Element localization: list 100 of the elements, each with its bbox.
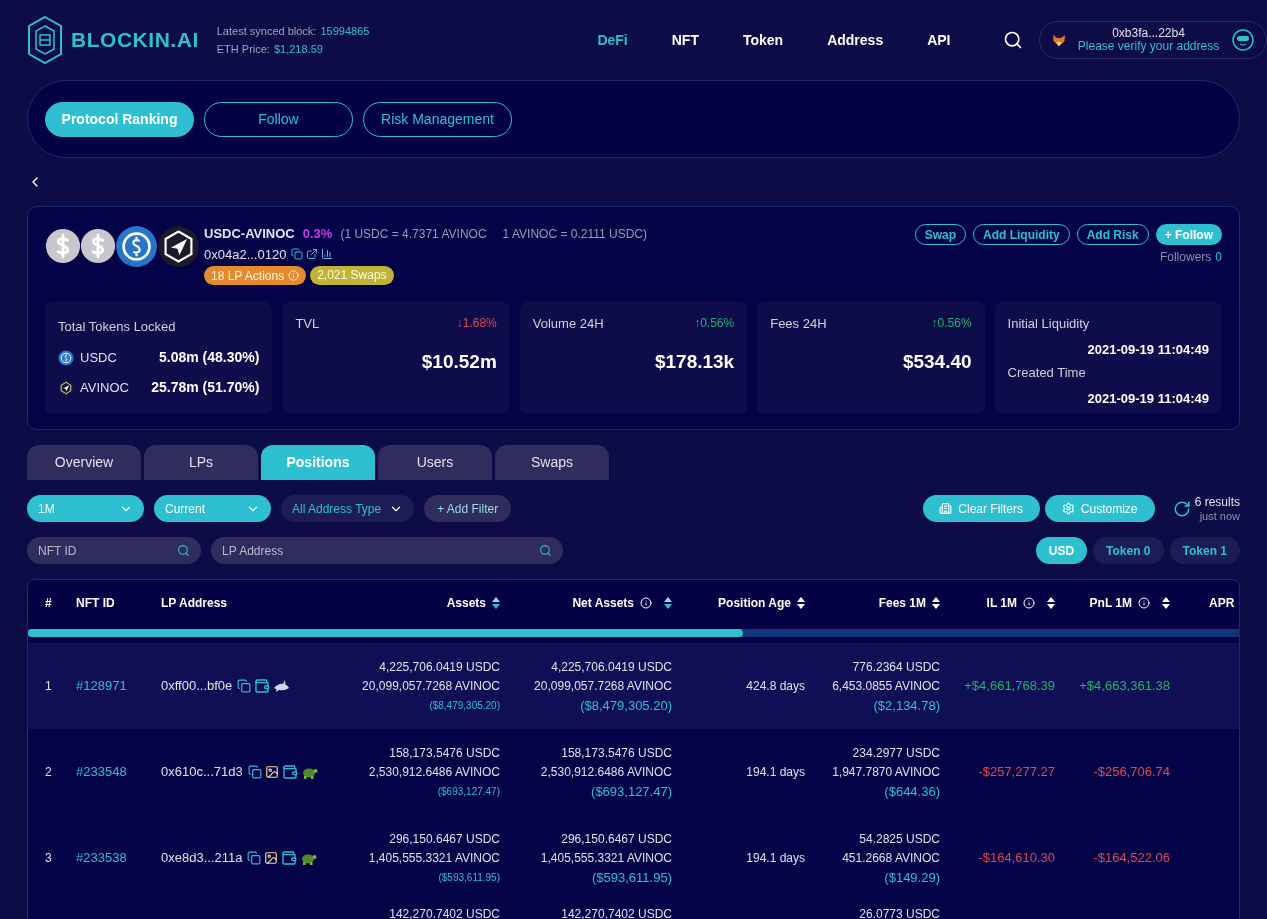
wallet-icon[interactable] xyxy=(254,678,271,694)
eth-price-label: ETH Price: xyxy=(216,42,270,57)
search-icon[interactable] xyxy=(1002,30,1023,50)
logo-text: BLOCKIN.AI xyxy=(71,27,199,54)
copy-icon[interactable] xyxy=(291,248,304,261)
lp-address: 0x610c...71d3 xyxy=(161,763,243,782)
pool-name: USDC-AVINOC xyxy=(204,225,295,243)
copy-icon[interactable] xyxy=(237,679,252,693)
amount-line: 2,530,912.6486 AVINOC xyxy=(368,763,500,781)
stat-value: $10.52m xyxy=(421,349,497,374)
sort-icon[interactable] xyxy=(664,597,672,609)
scrollbar-thumb[interactable] xyxy=(28,629,743,637)
refresh-icon[interactable] xyxy=(1172,499,1191,518)
stat-value: $534.40 xyxy=(902,349,972,374)
updated-time: just now xyxy=(1199,508,1240,523)
stat-label: Initial Liquidity xyxy=(1007,315,1091,333)
stat-change: ↓1.68% xyxy=(456,315,497,332)
search-field[interactable]: LP Address xyxy=(211,537,563,564)
nav-link[interactable]: Address xyxy=(827,29,884,51)
sort-icon[interactable] xyxy=(492,597,500,609)
dollar-coin-icon xyxy=(80,228,116,264)
logo-icon xyxy=(27,15,63,65)
tab[interactable]: LPs xyxy=(144,445,258,480)
chart-icon[interactable] xyxy=(321,248,334,261)
filter-dropdown[interactable]: All Address Type xyxy=(281,495,415,522)
exchange-rate: 1 AVINOC = 0.2111 USDC) xyxy=(502,225,647,243)
usd-value: ($8,479,305.20) xyxy=(429,698,500,713)
column-header: Net Assets xyxy=(572,595,634,612)
sort-icon[interactable] xyxy=(1047,597,1055,609)
amount-line: 6,453.0855 AVINOC xyxy=(832,677,940,695)
amount-line: 451.2668 AVINOC xyxy=(842,849,940,867)
position-age: 194.1 days xyxy=(745,850,806,867)
unit-toggle[interactable]: Token 0 xyxy=(1093,537,1164,564)
row-number: 2 xyxy=(44,764,53,781)
column-header: APR xyxy=(1209,595,1235,612)
stat-value: 2021-09-19 11:04:49 xyxy=(1087,389,1209,408)
copy-icon[interactable] xyxy=(247,765,262,779)
nft-id-link[interactable]: #233548 xyxy=(76,762,161,782)
token-amount: 5.08m (48.30%) xyxy=(159,348,260,367)
sort-icon[interactable] xyxy=(797,597,805,609)
pool-address: 0x04a2...0120 xyxy=(204,245,287,264)
nav-link[interactable]: DeFi xyxy=(597,29,628,51)
add-filter-button[interactable]: + Add Filter xyxy=(424,495,512,522)
fox-icon xyxy=(1051,33,1066,47)
nft-id-link[interactable]: #233538 xyxy=(76,848,161,868)
column-header: Position Age xyxy=(718,595,791,612)
nft-id-link[interactable]: #128971 xyxy=(76,676,161,696)
coin-icon xyxy=(115,224,158,268)
il-value: -$257,277.27 xyxy=(977,763,1056,782)
amount-line: 4,225,706.0419 USDC xyxy=(551,658,672,676)
amount-line: 54.2825 USDC xyxy=(859,830,940,848)
token-amount: 25.78m (51.70%) xyxy=(151,378,260,397)
exchange-rate: (1 USDC = 4.7371 AVINOC xyxy=(340,225,487,243)
tab[interactable]: Swaps xyxy=(495,445,609,480)
usd-value: ($149.29) xyxy=(884,868,940,887)
column-header: PnL 1M xyxy=(1089,595,1132,612)
il-value: +$4,661,768.39 xyxy=(963,677,1056,696)
amount-line: 26.0773 USDC xyxy=(859,907,940,919)
sort-icon[interactable] xyxy=(932,597,940,609)
synced-block-label: Latest synced block: xyxy=(216,23,317,39)
usd-value: ($693,127.47) xyxy=(437,784,500,799)
amount-line: 142,270.7402 USDC xyxy=(561,907,672,919)
amount-line: 158,173.5476 USDC xyxy=(561,744,672,762)
eth-price-value: $1,218.59 xyxy=(273,42,323,57)
info-icon xyxy=(288,270,300,281)
search-input[interactable]: LP Address xyxy=(222,541,539,560)
sort-icon[interactable] xyxy=(1162,597,1170,609)
tab[interactable]: Users xyxy=(378,445,492,480)
lp-address: 0xff00...bf0e xyxy=(161,677,233,696)
amount-line: 2,530,912.6486 AVINOC xyxy=(540,763,672,781)
nav-link[interactable]: NFT xyxy=(671,29,699,51)
wallet-button[interactable]: 0xb3fa...22b4 Please verify your address xyxy=(1038,21,1267,59)
nav-link[interactable]: API xyxy=(927,29,951,51)
search-input[interactable]: NFT ID xyxy=(38,541,177,560)
unit-toggle[interactable]: Token 1 xyxy=(1169,537,1240,564)
image-icon xyxy=(264,765,279,779)
stat-value: $178.13k xyxy=(654,349,735,374)
coin-icon xyxy=(58,349,74,366)
column-header: # xyxy=(45,595,52,612)
dollar-coin-icon xyxy=(45,228,81,264)
amount-line: 20,099,057.7268 AVINOC xyxy=(362,677,500,695)
tab[interactable]: Overview xyxy=(27,445,141,480)
amount-line: 1,405,555.3321 AVINOC xyxy=(540,849,672,867)
wallet-address: 0xb3fa...22b4 xyxy=(1112,27,1185,40)
verify-note: Please verify your address xyxy=(1077,40,1220,53)
amount-line: 158,173.5476 USDC xyxy=(389,744,500,762)
stat-label: Fees 24H xyxy=(770,315,827,333)
amount-line: 20,099,057.7268 AVINOC xyxy=(534,677,672,695)
token-symbol: USDC xyxy=(80,348,117,367)
nav-link[interactable]: Token xyxy=(742,29,784,51)
token-symbol: AVINOC xyxy=(80,378,129,397)
wallet-icon[interactable] xyxy=(281,764,298,780)
external-link-icon[interactable] xyxy=(306,248,319,261)
position-age: 424.8 days xyxy=(745,678,806,695)
pnl-value: -$256,706.74 xyxy=(1092,763,1171,782)
search-field[interactable]: NFT ID xyxy=(27,537,201,564)
copy-icon[interactable] xyxy=(247,851,262,865)
wallet-icon[interactable] xyxy=(281,850,298,866)
column-header: LP Address xyxy=(161,595,228,612)
stat-change: ↑0.56% xyxy=(694,315,735,332)
